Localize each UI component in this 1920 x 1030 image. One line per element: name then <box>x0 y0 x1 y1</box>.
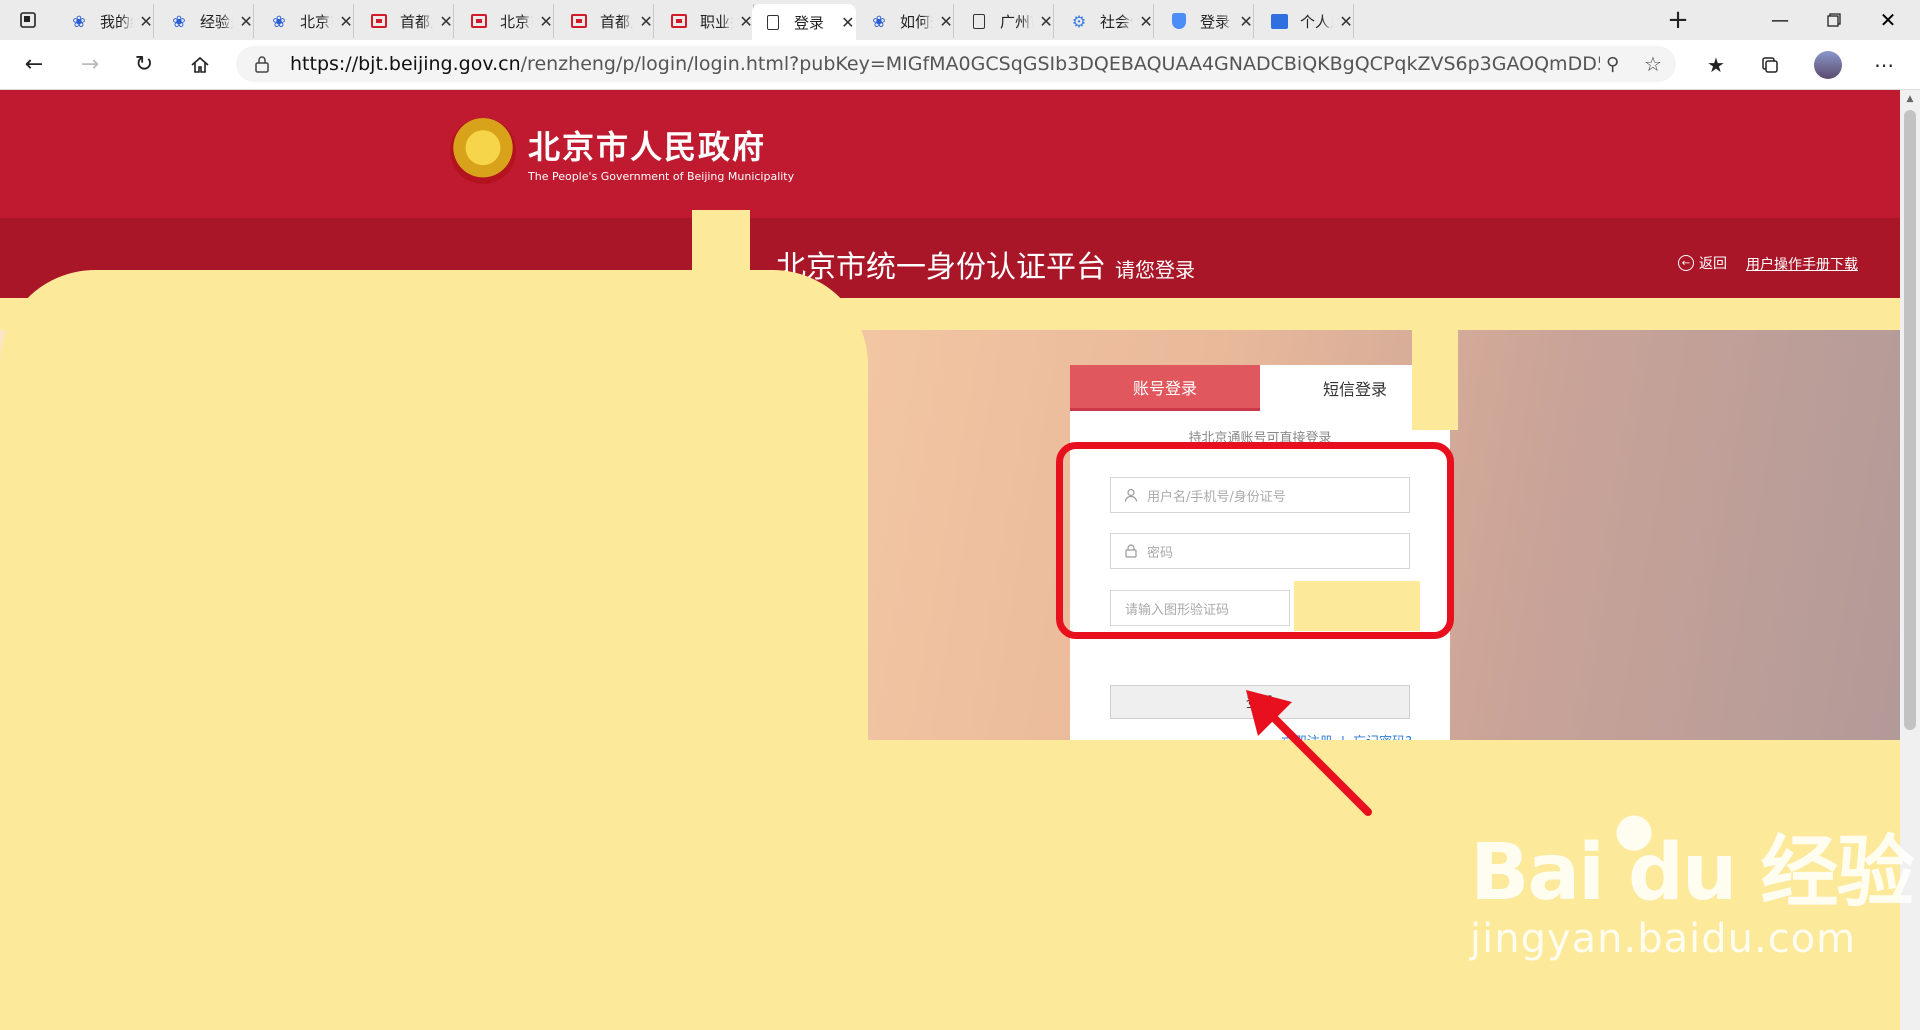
paw-icon: ❀ <box>872 11 886 31</box>
tab-title: 我的经验 <box>100 12 133 31</box>
document-icon <box>970 12 988 30</box>
tab-title: 北京市 <box>300 12 333 31</box>
baidu-watermark: Bai du 经验 jingyan.baidu.com <box>1470 810 1914 962</box>
forward-button[interactable]: → <box>68 40 112 89</box>
url-host: https://bjt.beijing.gov.cn <box>290 53 521 75</box>
paw-icon: ● <box>1614 802 1655 856</box>
tab-close-icon[interactable]: ✕ <box>339 12 353 31</box>
gov-name: 北京市人民政府 <box>528 128 767 166</box>
gov-name-en: The People's Government of Beijing Munic… <box>528 170 795 183</box>
close-window-button[interactable]: ✕ <box>1868 0 1908 40</box>
tab-title: 首都之窗 <box>600 12 633 31</box>
watermark-logo: Bai du 经验 <box>1470 828 1914 918</box>
tab-close-icon[interactable]: ✕ <box>939 12 953 31</box>
tab-actions-icon[interactable] <box>8 0 48 40</box>
gear-icon: ⚙ <box>1071 11 1087 31</box>
browser-tab[interactable]: ⚙ 社会保 ✕ <box>1058 4 1154 38</box>
browser-tab-strip: ❀ 我的经验 ✕ ❀ 经验是 ✕ ❀ 北京市 ✕ 首都之窗 ✕ 北京市 ✕ 首都之窗 ✕ 职业技 ✕ 登录 ✕ ❀ 如何… <box>0 0 1920 41</box>
paw-icon: ❀ <box>272 11 286 31</box>
restore-button[interactable] <box>1814 0 1854 40</box>
tab-close-icon[interactable]: ✕ <box>439 12 453 31</box>
redaction-block <box>1412 330 1458 430</box>
tab-close-icon[interactable]: ✕ <box>840 13 856 32</box>
redaction-block <box>0 270 868 1030</box>
paw-icon: ❀ <box>72 11 86 31</box>
url-path: /renzheng/p/login/login.html?pubKey=MIGf… <box>520 53 1600 75</box>
gov-red-icon <box>470 12 488 30</box>
gov-red-icon <box>670 12 688 30</box>
minimize-button[interactable]: — <box>1760 0 1800 40</box>
gov-header <box>0 90 1900 218</box>
browser-tab[interactable]: 北京市 ✕ <box>458 4 554 38</box>
browser-tab[interactable]: ❀ 经验是 ✕ <box>158 4 254 38</box>
back-link[interactable]: ← 返回 <box>1678 253 1727 273</box>
home-button[interactable] <box>178 40 222 89</box>
browser-tab[interactable]: 登录 ✕ <box>752 4 856 40</box>
tab-close-icon[interactable]: ✕ <box>1239 12 1253 31</box>
browser-tab[interactable]: 首都之窗 ✕ <box>558 4 654 38</box>
collections-icon[interactable] <box>1748 40 1792 89</box>
tab-close-icon[interactable]: ✕ <box>1139 12 1153 31</box>
new-tab-button[interactable]: + <box>1658 0 1698 40</box>
tab-title: 经验是 <box>200 12 233 31</box>
tab-account-login[interactable]: 账号登录 <box>1070 365 1260 411</box>
lock-icon[interactable] <box>254 55 270 77</box>
scroll-thumb[interactable] <box>1904 110 1916 730</box>
back-arrow-icon: ← <box>1678 255 1694 271</box>
address-toolbar: ← → ↻ https://bjt.beijing.gov.cn/renzhen… <box>0 40 1920 90</box>
shield-icon <box>1170 12 1188 30</box>
tab-title: 登录 <box>794 13 825 32</box>
platform-title: 北京市统一身份认证平台 <box>776 250 1106 285</box>
browser-tab[interactable]: ❀ 如何查 ✕ <box>858 4 954 38</box>
zoom-icon[interactable]: ⚲ <box>1606 54 1619 75</box>
tab-title: 北京市 <box>500 12 533 31</box>
browser-tab[interactable]: ❀ 我的经验 ✕ <box>58 4 154 38</box>
favorites-icon[interactable]: ★ <box>1694 40 1738 89</box>
tab-close-icon[interactable]: ✕ <box>1039 12 1053 31</box>
tab-title: 登录 <box>1200 12 1231 31</box>
browser-tab[interactable]: 职业技 ✕ <box>658 4 754 38</box>
back-button[interactable]: ← <box>12 40 56 89</box>
tab-close-icon[interactable]: ✕ <box>239 12 253 31</box>
favorite-add-icon[interactable]: ☆ <box>1644 52 1662 76</box>
tab-title: 职业技 <box>700 12 733 31</box>
browser-tab[interactable]: 个人风 ✕ <box>1258 4 1354 38</box>
tab-title: 广州市 <box>1000 12 1033 31</box>
gov-red-icon <box>570 12 588 30</box>
watermark-url: jingyan.baidu.com <box>1470 916 1857 962</box>
tab-close-icon[interactable]: ✕ <box>139 12 153 31</box>
address-bar[interactable]: https://bjt.beijing.gov.cn/renzheng/p/lo… <box>236 46 1676 82</box>
national-emblem-icon <box>450 118 516 184</box>
browser-tab[interactable]: 首都之窗 ✕ <box>358 4 454 38</box>
annotation-highlight-box <box>1056 442 1454 639</box>
tab-title: 首都之窗 <box>400 12 433 31</box>
tab-title: 社会保 <box>1100 12 1133 31</box>
scroll-up-icon[interactable]: ▲ <box>1900 90 1920 108</box>
document-icon <box>764 13 782 31</box>
tab-close-icon[interactable]: ✕ <box>539 12 553 31</box>
more-menu-icon[interactable]: ⋯ <box>1862 40 1906 89</box>
tab-close-icon[interactable]: ✕ <box>639 12 653 31</box>
browser-tab[interactable]: 登录 ✕ <box>1158 4 1254 38</box>
tab-close-icon[interactable]: ✕ <box>739 12 753 31</box>
manual-download-link[interactable]: 用户操作手册下载 <box>1746 254 1858 274</box>
browser-tab[interactable]: ❀ 北京市 ✕ <box>258 4 354 38</box>
paw-icon: ❀ <box>172 11 186 31</box>
url-text[interactable]: https://bjt.beijing.gov.cn/renzheng/p/lo… <box>290 46 1600 82</box>
gov-red-icon <box>370 12 388 30</box>
tab-title: 个人风 <box>1300 12 1333 31</box>
reload-button[interactable]: ↻ <box>122 40 166 89</box>
back-label: 返回 <box>1699 256 1727 272</box>
browser-tab[interactable]: 广州市 ✕ <box>958 4 1054 38</box>
profile-avatar[interactable] <box>1806 40 1850 89</box>
annotation-arrow <box>1246 690 1372 816</box>
db-icon <box>1270 12 1288 30</box>
tab-title: 如何查 <box>900 12 933 31</box>
platform-subtitle: 请您登录 <box>1115 258 1195 282</box>
tab-close-icon[interactable]: ✕ <box>1339 12 1353 31</box>
